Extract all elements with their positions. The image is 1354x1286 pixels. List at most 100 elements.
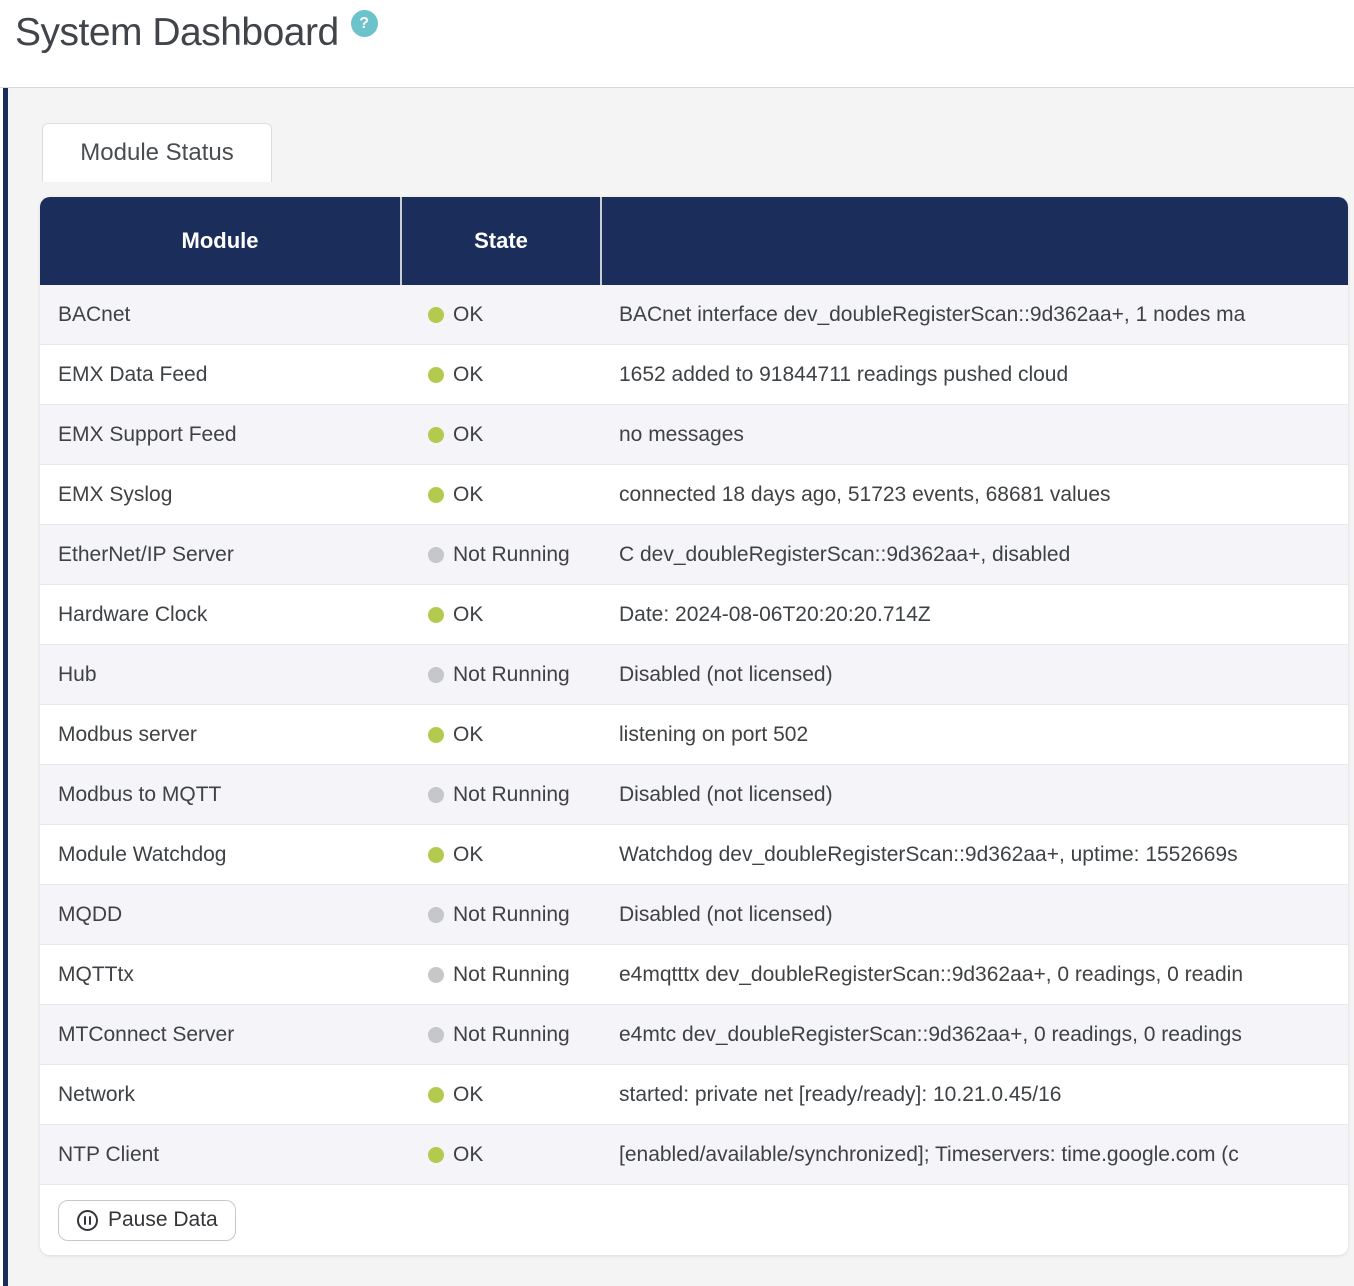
state-cell: Not Running [400, 663, 600, 687]
state-label: Not Running [453, 963, 570, 987]
table-row: EMX Syslog OK connected 18 days ago, 517… [40, 465, 1348, 525]
state-cell: Not Running [400, 1023, 600, 1047]
pause-data-button-label: Pause Data [108, 1208, 218, 1232]
tab-module-status[interactable]: Module Status [42, 123, 272, 182]
table-row: MQTTtx Not Running e4mqtttx dev_doubleRe… [40, 945, 1348, 1005]
state-cell: OK [400, 843, 600, 867]
pause-icon [76, 1209, 99, 1232]
module-cell: EtherNet/IP Server [40, 543, 400, 567]
module-cell: MQTTtx [40, 963, 400, 987]
state-cell: Not Running [400, 783, 600, 807]
details-cell: C dev_doubleRegisterScan::9d362aa+, disa… [600, 543, 1348, 567]
table-row: Hub Not Running Disabled (not licensed) [40, 645, 1348, 705]
state-label: Not Running [453, 1023, 570, 1047]
state-label: OK [453, 603, 483, 627]
page-header: System Dashboard ? [0, 0, 1354, 87]
details-cell: connected 18 days ago, 51723 events, 686… [600, 483, 1348, 507]
state-dot [428, 607, 444, 623]
details-cell: Disabled (not licensed) [600, 663, 1348, 687]
details-cell: Disabled (not licensed) [600, 783, 1348, 807]
left-accent-bar [3, 88, 8, 1286]
state-cell: OK [400, 723, 600, 747]
help-icon[interactable]: ? [351, 10, 378, 37]
state-cell: OK [400, 363, 600, 387]
table-row: Modbus to MQTT Not Running Disabled (not… [40, 765, 1348, 825]
table-row: NTP Client OK [enabled/available/synchro… [40, 1125, 1348, 1185]
details-cell: [enabled/available/synchronized]; Timese… [600, 1143, 1348, 1167]
table-body: BACnet OK BACnet interface dev_doubleReg… [40, 285, 1348, 1185]
table-row: Module Watchdog OK Watchdog dev_doubleRe… [40, 825, 1348, 885]
table-footer: Pause Data [40, 1185, 1348, 1255]
column-header-details [600, 197, 1348, 285]
state-dot [428, 967, 444, 983]
details-cell: Date: 2024-08-06T20:20:20.714Z [600, 603, 1348, 627]
module-cell: Hardware Clock [40, 603, 400, 627]
table-header-row: Module State [40, 197, 1348, 285]
module-cell: BACnet [40, 303, 400, 327]
module-cell: EMX Syslog [40, 483, 400, 507]
module-cell: Module Watchdog [40, 843, 400, 867]
module-cell: NTP Client [40, 1143, 400, 1167]
state-cell: OK [400, 483, 600, 507]
details-cell: Disabled (not licensed) [600, 903, 1348, 927]
module-cell: MTConnect Server [40, 1023, 400, 1047]
state-dot [428, 487, 444, 503]
state-dot [428, 547, 444, 563]
module-status-table: Module State BACnet OK BACnet interface … [40, 197, 1348, 1255]
state-dot [428, 847, 444, 863]
state-dot [428, 367, 444, 383]
state-label: OK [453, 723, 483, 747]
state-cell: OK [400, 303, 600, 327]
table-row: Modbus server OK listening on port 502 [40, 705, 1348, 765]
state-label: OK [453, 303, 483, 327]
module-cell: Modbus server [40, 723, 400, 747]
table-row: EtherNet/IP Server Not Running C dev_dou… [40, 525, 1348, 585]
module-cell: Network [40, 1083, 400, 1107]
details-cell: 1652 added to 91844711 readings pushed c… [600, 363, 1348, 387]
module-cell: EMX Support Feed [40, 423, 400, 447]
state-cell: Not Running [400, 543, 600, 567]
state-label: OK [453, 483, 483, 507]
table-row: Network OK started: private net [ready/r… [40, 1065, 1348, 1125]
details-cell: BACnet interface dev_doubleRegisterScan:… [600, 303, 1348, 327]
state-cell: OK [400, 423, 600, 447]
state-cell: Not Running [400, 903, 600, 927]
state-label: Not Running [453, 663, 570, 687]
state-dot [428, 727, 444, 743]
table-row: BACnet OK BACnet interface dev_doubleReg… [40, 285, 1348, 345]
state-label: Not Running [453, 543, 570, 567]
state-dot [428, 667, 444, 683]
module-cell: MQDD [40, 903, 400, 927]
page-title: System Dashboard [15, 10, 339, 56]
details-cell: no messages [600, 423, 1348, 447]
state-cell: OK [400, 1143, 600, 1167]
state-cell: OK [400, 1083, 600, 1107]
table-row: EMX Data Feed OK 1652 added to 91844711 … [40, 345, 1348, 405]
details-cell: listening on port 502 [600, 723, 1348, 747]
table-row: MTConnect Server Not Running e4mtc dev_d… [40, 1005, 1348, 1065]
state-label: OK [453, 423, 483, 447]
state-label: OK [453, 1083, 483, 1107]
column-header-module: Module [40, 197, 400, 285]
state-cell: OK [400, 603, 600, 627]
details-cell: started: private net [ready/ready]: 10.2… [600, 1083, 1348, 1107]
state-dot [428, 307, 444, 323]
table-row: EMX Support Feed OK no messages [40, 405, 1348, 465]
details-cell: e4mqtttx dev_doubleRegisterScan::9d362aa… [600, 963, 1348, 987]
state-label: Not Running [453, 903, 570, 927]
tab-module-status-label: Module Status [80, 139, 233, 167]
module-cell: Modbus to MQTT [40, 783, 400, 807]
state-label: OK [453, 1143, 483, 1167]
page: System Dashboard ? Module Status Module … [0, 0, 1354, 1286]
details-cell: Watchdog dev_doubleRegisterScan::9d362aa… [600, 843, 1348, 867]
state-dot [428, 427, 444, 443]
state-dot [428, 1027, 444, 1043]
state-label: OK [453, 843, 483, 867]
table-row: MQDD Not Running Disabled (not licensed) [40, 885, 1348, 945]
state-dot [428, 1087, 444, 1103]
column-header-state: State [400, 197, 600, 285]
pause-data-button[interactable]: Pause Data [58, 1200, 236, 1241]
state-label: OK [453, 363, 483, 387]
module-cell: Hub [40, 663, 400, 687]
state-cell: Not Running [400, 963, 600, 987]
